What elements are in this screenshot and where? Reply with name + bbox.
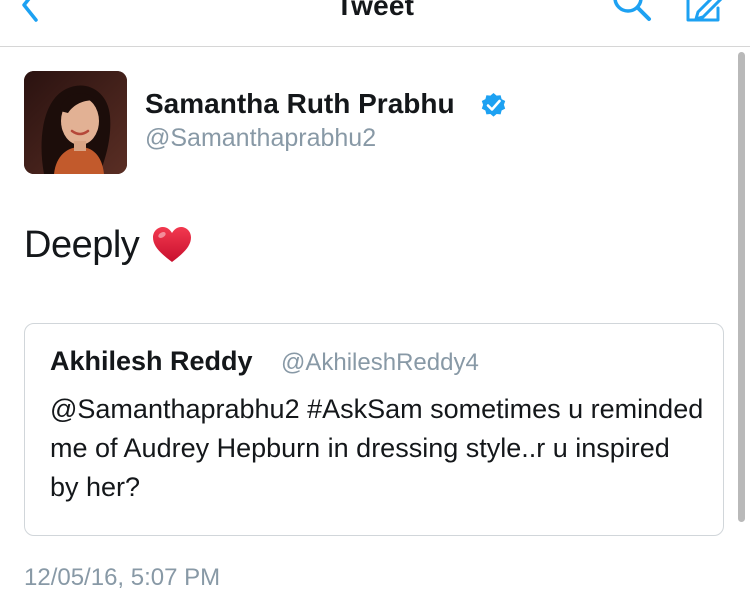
compose-icon[interactable] bbox=[680, 0, 728, 26]
quoted-author-handle: @AkhileshReddy4 bbox=[281, 349, 479, 376]
search-icon[interactable] bbox=[608, 0, 654, 26]
author-name[interactable]: Samantha Ruth Prabhu bbox=[145, 88, 455, 120]
navigation-bar: Tweet bbox=[0, 0, 750, 47]
tweet-text: Deeply bbox=[24, 224, 140, 266]
author-handle[interactable]: @Samanthaprabhu2 bbox=[145, 124, 376, 153]
scrollbar[interactable] bbox=[738, 52, 745, 522]
avatar[interactable] bbox=[24, 71, 127, 174]
tweet-timestamp: 12/05/16, 5:07 PM bbox=[24, 564, 221, 591]
quoted-author-name: Akhilesh Reddy bbox=[50, 346, 253, 376]
verified-badge-icon bbox=[481, 93, 506, 117]
quoted-tweet-card[interactable]: Akhilesh Reddy @AkhileshReddy4 @Samantha… bbox=[24, 323, 724, 536]
quoted-tweet-text: @Samanthaprabhu2 #AskSam sometimes u rem… bbox=[50, 394, 704, 502]
heart-emoji-icon bbox=[153, 227, 191, 262]
